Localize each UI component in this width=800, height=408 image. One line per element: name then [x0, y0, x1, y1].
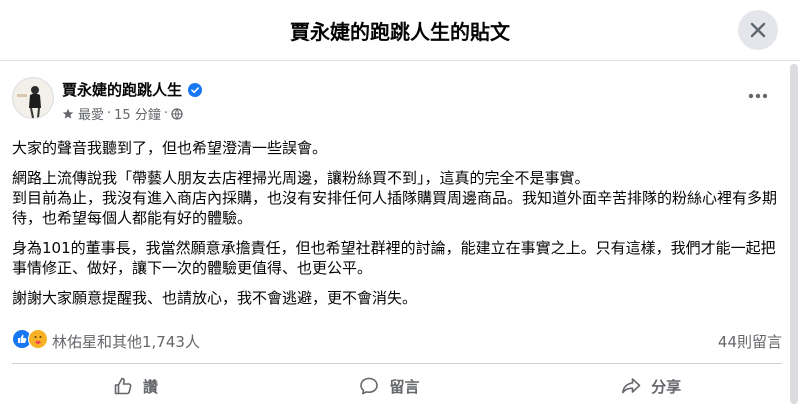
author-line: 賈永婕的跑跳人生 — [62, 79, 203, 100]
post: 賈永婕的跑跳人生 最愛 · 15 分鐘 · 大家的聲音我聽到了，但也希望澄清一些… — [0, 60, 790, 408]
share-button[interactable]: 分享 — [591, 370, 711, 403]
verified-badge-icon — [188, 82, 203, 97]
globe-icon[interactable] — [171, 107, 183, 120]
dialog-title: 賈永婕的跑跳人生的貼文 — [290, 20, 510, 44]
more-icon — [748, 93, 768, 99]
comment-icon — [360, 377, 379, 395]
reactions-row: 林佑星和其他1,743人 44則留言 — [12, 329, 782, 353]
action-bar: 讚 留言 分享 — [12, 366, 782, 406]
post-paragraph: 網路上流傳說我「帶藝人朋友去店裡掃光周邊，讓粉絲買不到」，這真的完全不是事實。 … — [12, 169, 778, 227]
avatar[interactable] — [12, 77, 54, 119]
meta-separator-2: · — [163, 106, 168, 121]
post-paragraph: 謝謝大家願意提醒我、也請放心，我不會逃避，更不會消失。 — [12, 289, 418, 307]
dialog-header: 賈永婕的跑跳人生的貼文 — [0, 0, 800, 61]
like-button[interactable]: 讚 — [83, 370, 188, 403]
reactions-summary[interactable]: 林佑星和其他1,743人 — [12, 329, 200, 353]
share-icon — [622, 378, 641, 394]
post-body: 大家的聲音我聽到了，但也希望澄清一些誤會。 網路上流傳說我「帶藝人朋友去店裡掃光… — [12, 138, 782, 318]
meta-separator: · — [107, 106, 112, 121]
post-paragraph: 大家的聲音我聽到了，但也希望澄清一些誤會。 — [12, 139, 328, 157]
close-icon — [750, 22, 766, 38]
more-options-button[interactable] — [740, 84, 776, 108]
post-paragraph: 身為101的董事長，我當然願意承擔責任，但也希望社群裡的討論，能建立在事實之上。… — [12, 239, 776, 277]
star-icon — [62, 108, 74, 119]
care-reaction-icon — [28, 329, 48, 353]
reactions-text: 林佑星和其他1,743人 — [52, 332, 200, 351]
comment-label: 留言 — [389, 377, 420, 396]
author-name[interactable]: 賈永婕的跑跳人生 — [62, 79, 182, 100]
post-meta: 最愛 · 15 分鐘 · — [62, 104, 183, 123]
actions-divider — [12, 363, 782, 364]
scrollbar[interactable] — [790, 64, 798, 404]
reaction-icons — [12, 329, 48, 353]
close-button[interactable] — [738, 10, 778, 50]
like-icon — [114, 377, 132, 395]
share-label: 分享 — [651, 377, 682, 396]
comments-count[interactable]: 44則留言 — [718, 331, 782, 352]
avatar-image — [13, 78, 53, 118]
post-time[interactable]: 15 分鐘 — [114, 104, 161, 123]
audience-label: 最愛 — [78, 108, 105, 123]
like-label: 讚 — [142, 377, 158, 396]
comment-button[interactable]: 留言 — [329, 370, 449, 403]
